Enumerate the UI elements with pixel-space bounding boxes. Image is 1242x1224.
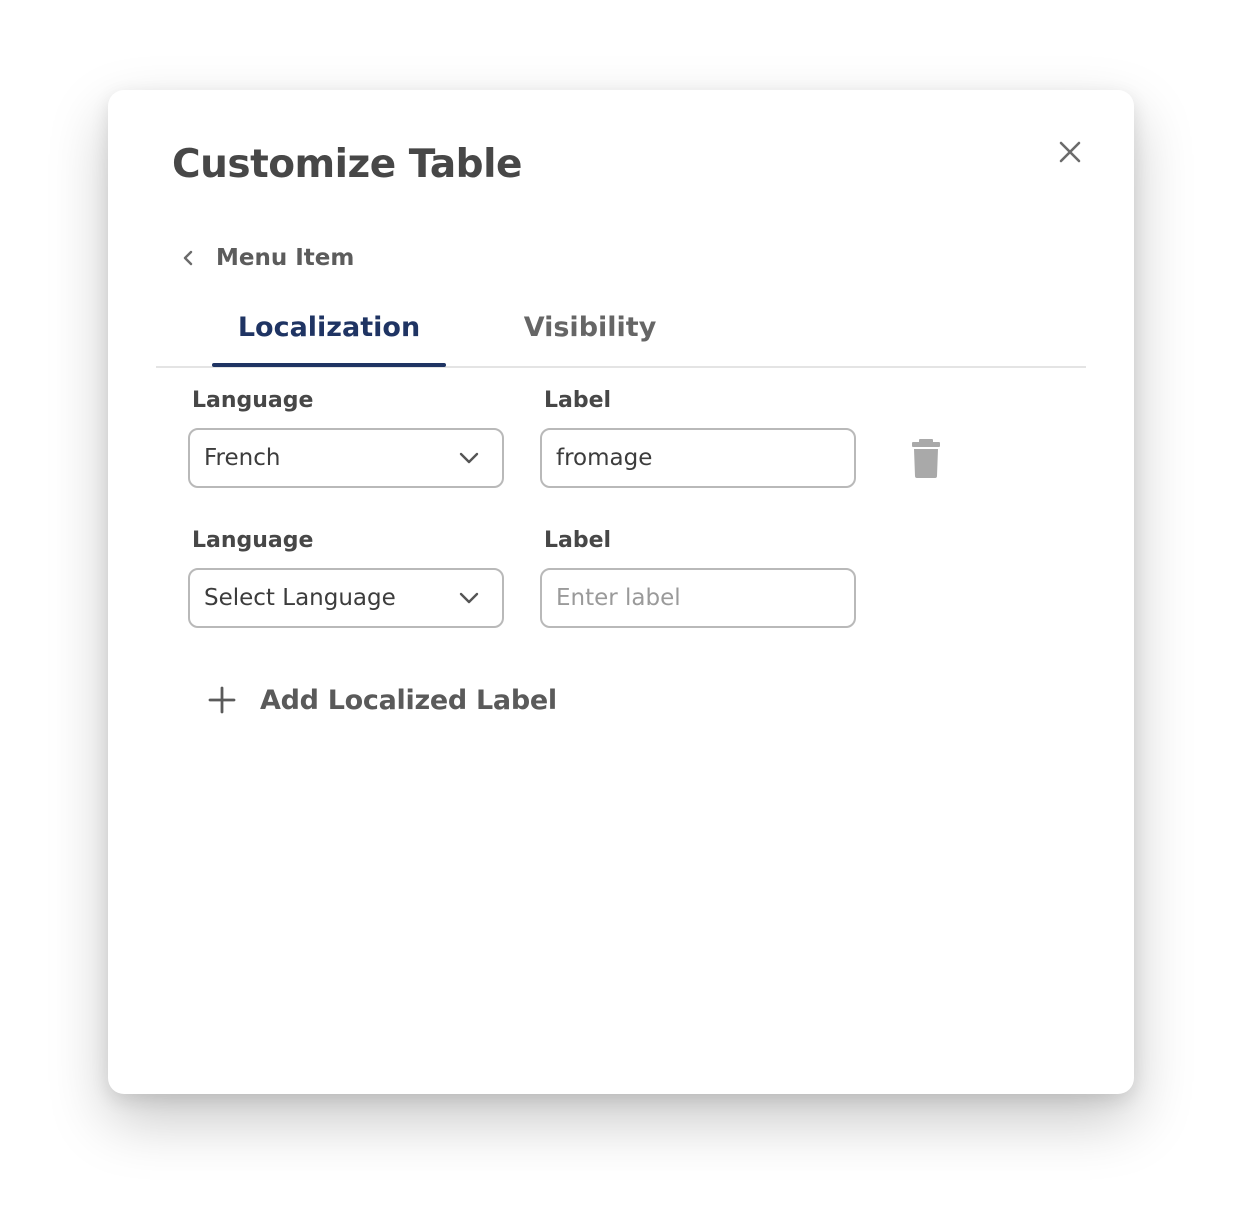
close-icon — [1059, 141, 1081, 163]
tab-visibility[interactable]: Visibility — [502, 302, 678, 366]
customize-table-dialog: Customize Table Menu Item Localization V… — [108, 90, 1134, 1094]
language-label: Language — [192, 528, 314, 553]
language-select-value: French — [204, 445, 281, 471]
trash-icon — [912, 439, 940, 478]
close-button[interactable] — [1054, 136, 1086, 168]
label-label: Label — [544, 528, 612, 553]
add-localized-label-text: Add Localized Label — [260, 684, 557, 716]
chevron-down-icon — [459, 592, 479, 604]
add-localized-label-button[interactable]: Add Localized Label — [208, 678, 557, 722]
language-label: Language — [192, 388, 314, 413]
chevron-down-icon — [459, 452, 479, 464]
language-select-value: Select Language — [204, 585, 396, 611]
breadcrumb-label: Menu Item — [216, 245, 355, 271]
language-select[interactable]: Select Language — [188, 568, 504, 628]
tab-bar: Localization Visibility — [156, 302, 1086, 368]
label-input[interactable] — [540, 568, 856, 628]
language-select[interactable]: French — [188, 428, 504, 488]
label-input[interactable] — [540, 428, 856, 488]
back-to-menu-item[interactable]: Menu Item — [178, 240, 354, 276]
label-label: Label — [544, 388, 612, 413]
delete-row-button[interactable] — [908, 438, 944, 480]
dialog-title: Customize Table — [172, 142, 522, 187]
tab-localization[interactable]: Localization — [212, 302, 446, 367]
chevron-left-icon — [183, 250, 193, 266]
plus-icon — [208, 686, 236, 714]
